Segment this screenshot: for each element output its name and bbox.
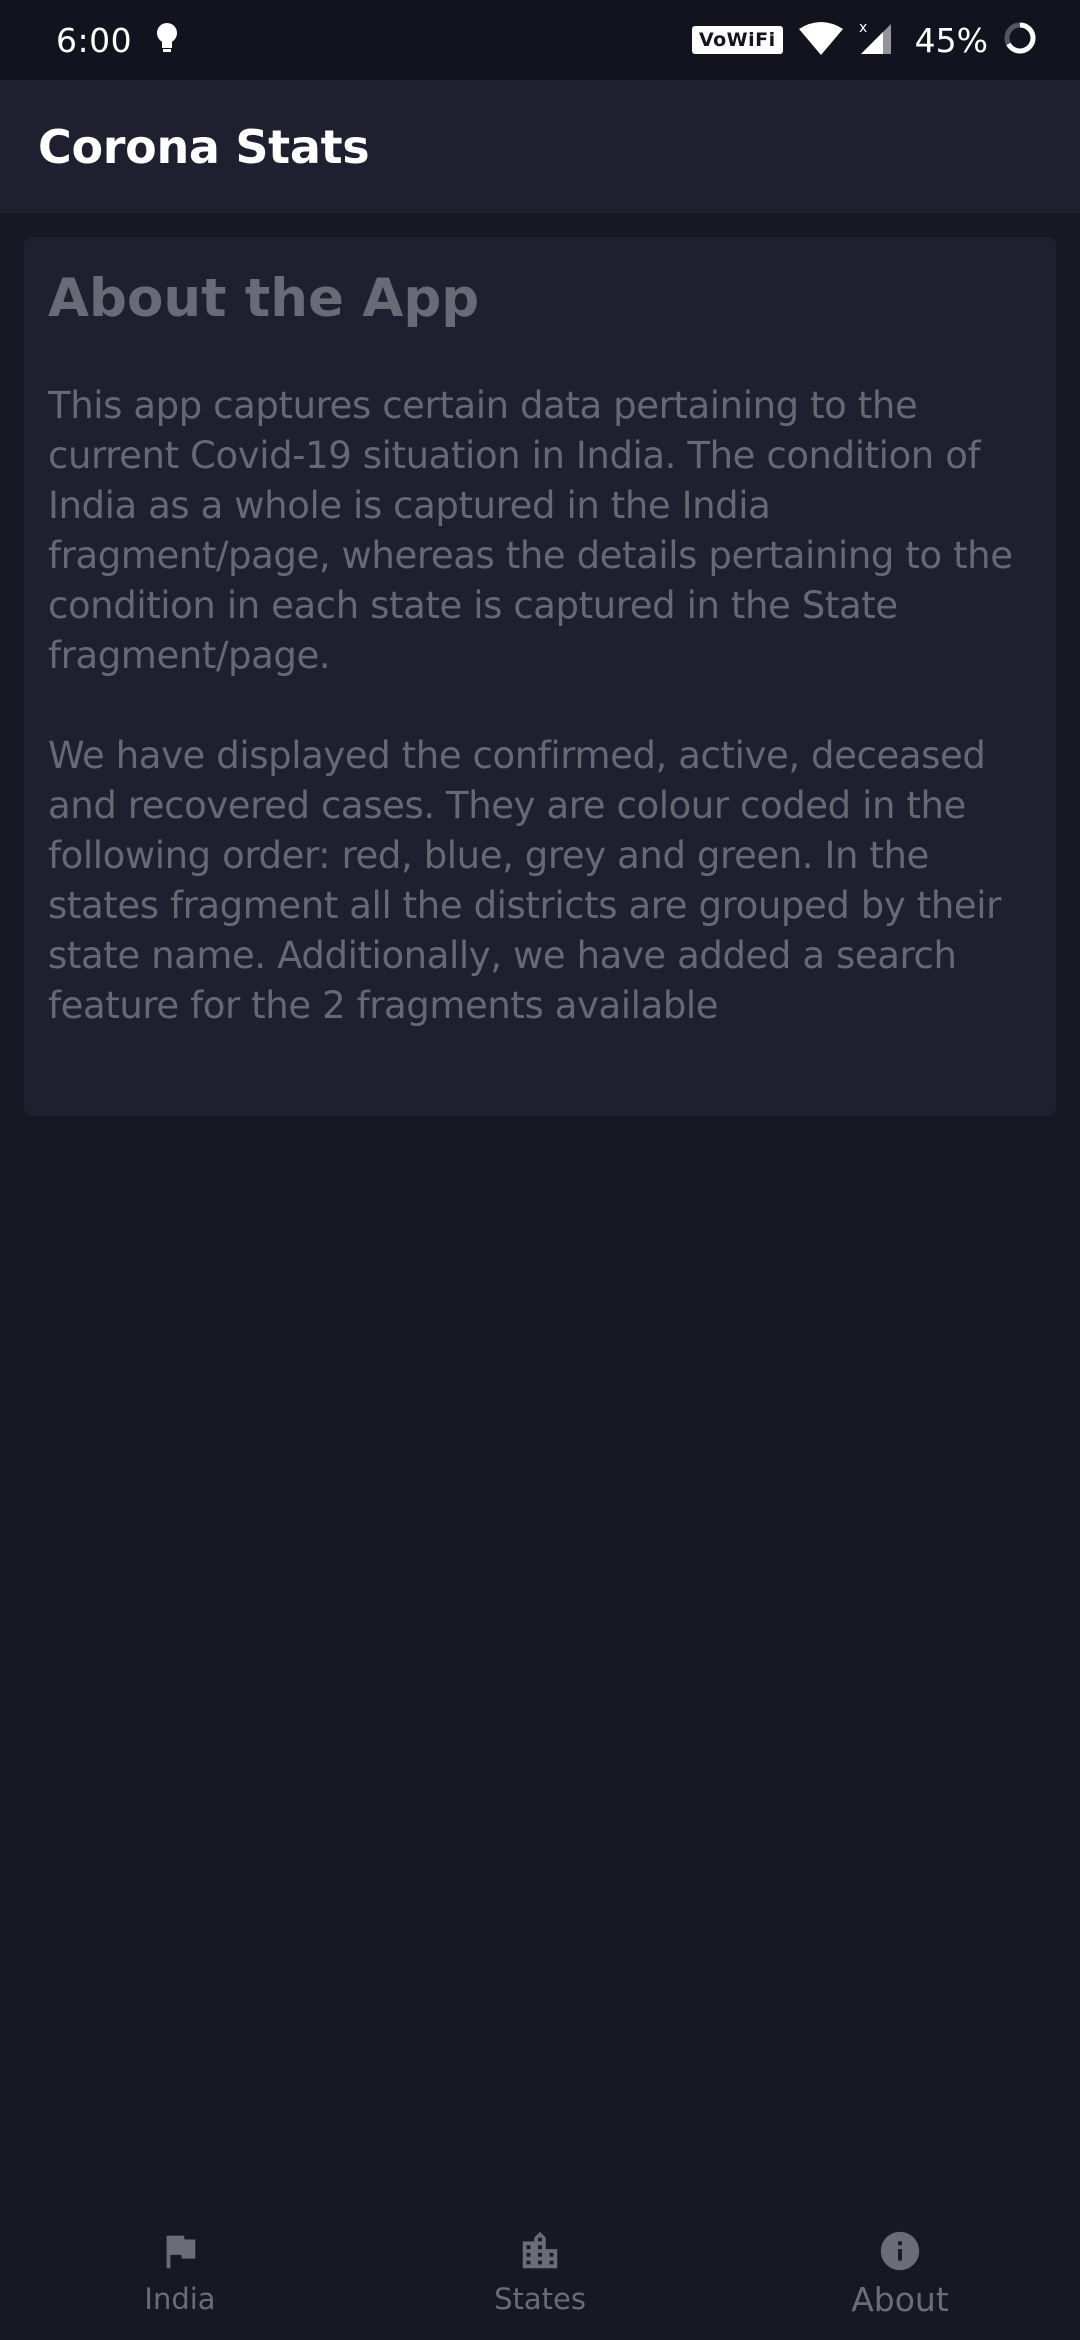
flag-icon — [157, 2228, 203, 2274]
nav-item-states[interactable]: States — [360, 2200, 720, 2340]
buildings-icon — [517, 2228, 563, 2274]
svg-text:x: x — [859, 20, 867, 36]
about-heading: About the App — [48, 268, 480, 329]
nav-label-india: India — [144, 2282, 216, 2316]
battery-percentage: 45% — [914, 20, 988, 60]
wifi-icon — [797, 21, 845, 59]
cell-signal-icon: x — [859, 20, 893, 60]
status-bar: 6:00 VoWiFi x 45% — [0, 0, 1080, 80]
status-time: 6:00 — [56, 20, 133, 60]
nav-item-india[interactable]: India — [0, 2200, 360, 2340]
bulb-icon — [154, 21, 180, 59]
bottom-navigation: India States About — [0, 2200, 1080, 2340]
info-icon — [877, 2228, 923, 2274]
nav-item-about[interactable]: About — [720, 2200, 1080, 2340]
nav-label-states: States — [494, 2282, 586, 2316]
nav-label-about: About — [851, 2280, 949, 2319]
app-title: Corona Stats — [38, 119, 370, 174]
app-bar: Corona Stats — [0, 80, 1080, 213]
about-card: About the App This app captures certain … — [24, 237, 1056, 1116]
about-paragraph-2: We have displayed the confirmed, active,… — [48, 733, 1001, 1027]
battery-ring-icon — [1002, 20, 1038, 60]
about-paragraph-1: This app captures certain data pertainin… — [48, 383, 1013, 677]
vowifi-badge: VoWiFi — [691, 26, 783, 54]
